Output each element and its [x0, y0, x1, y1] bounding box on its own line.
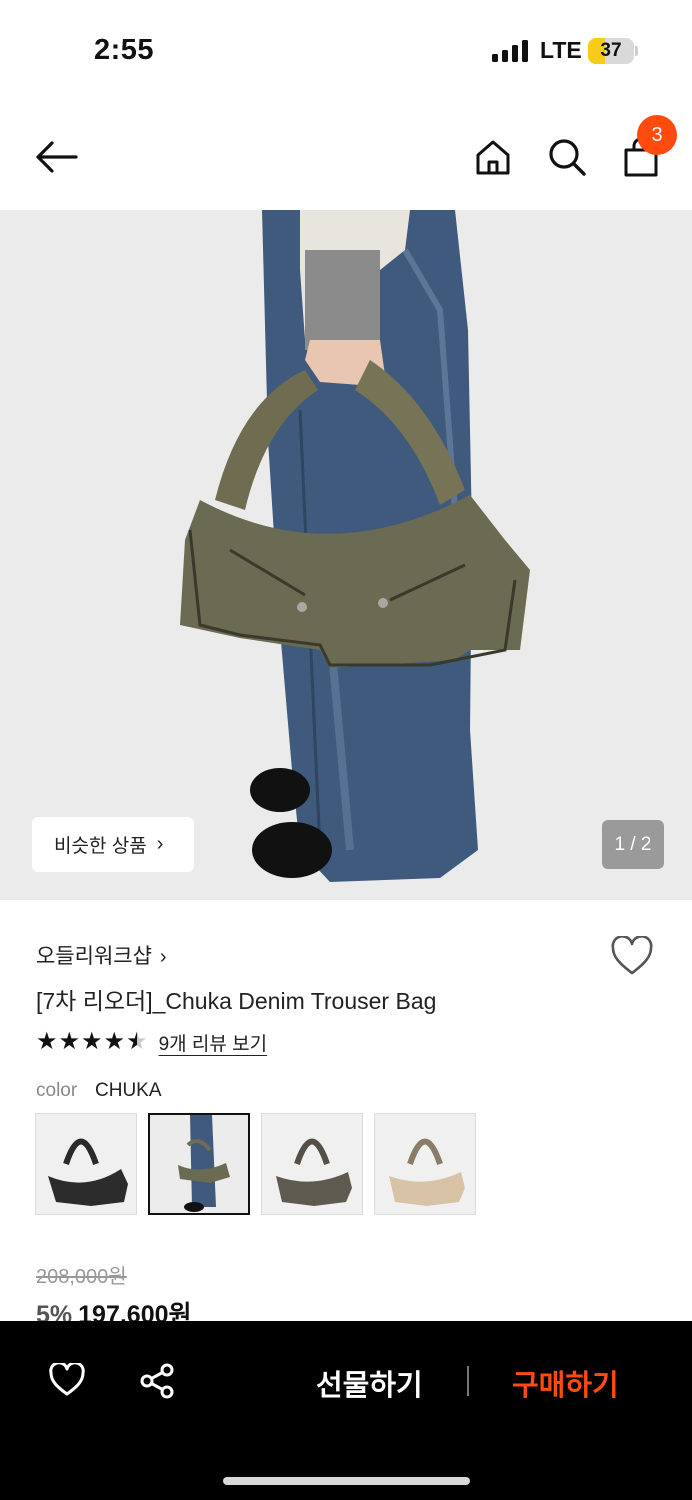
- status-time: 2:55: [94, 34, 155, 66]
- color-value: CHUKA: [95, 1080, 162, 1101]
- bottom-action-bar: [0, 1321, 692, 1500]
- star-icon: ★: [36, 1028, 58, 1055]
- reviews-link[interactable]: 9개 리뷰 보기: [159, 1029, 268, 1056]
- product-title: [7차 리오더]_Chuka Denim Trouser Bag: [36, 988, 437, 1014]
- brand-link[interactable]: 오들리워크샵 ›: [36, 940, 167, 970]
- star-icon: ★: [103, 1028, 126, 1055]
- similar-products-button[interactable]: 비슷한 상품 ›: [32, 817, 194, 872]
- brand-name: 오들리워크샵: [36, 945, 152, 968]
- similar-products-label: 비슷한 상품: [54, 836, 147, 857]
- home-indicator[interactable]: [223, 1477, 470, 1485]
- share-icon[interactable]: [138, 1362, 176, 1400]
- star-icon: ★: [81, 1028, 103, 1055]
- battery-icon: 37: [588, 38, 634, 64]
- rating-row: ★ ★ ★ ★ ★ 9개 리뷰 보기: [36, 1028, 267, 1056]
- star-icon: ★: [58, 1028, 81, 1055]
- color-swatch-charcoal[interactable]: [261, 1113, 363, 1215]
- battery-percent: 37: [600, 40, 622, 61]
- cart-count-badge: 3: [637, 115, 677, 155]
- chevron-right-icon: ›: [156, 833, 164, 855]
- product-image[interactable]: [0, 210, 692, 900]
- color-label: color: [36, 1080, 78, 1101]
- image-page-indicator: 1 / 2: [602, 820, 664, 869]
- home-icon[interactable]: [474, 138, 512, 176]
- button-divider: [467, 1366, 469, 1396]
- heart-icon[interactable]: [610, 936, 654, 976]
- top-nav: [0, 100, 692, 210]
- half-star-icon: ★: [126, 1028, 148, 1055]
- original-price: 208,000원: [36, 1266, 127, 1288]
- heart-icon[interactable]: [48, 1363, 86, 1397]
- signal-icon: [492, 40, 530, 62]
- battery-cap: [635, 46, 638, 56]
- buy-button[interactable]: 구매하기: [512, 1362, 619, 1404]
- chevron-right-icon: ›: [159, 946, 167, 968]
- color-swatch-chuka[interactable]: [148, 1113, 250, 1215]
- status-bar: 2:55 LTE 37: [0, 0, 692, 100]
- color-swatch-black[interactable]: [35, 1113, 137, 1215]
- arrow-left-icon[interactable]: [34, 140, 78, 174]
- color-swatch-beige[interactable]: [374, 1113, 476, 1215]
- network-label: LTE: [540, 37, 582, 63]
- search-icon[interactable]: [547, 137, 587, 177]
- product-photo: [180, 210, 530, 882]
- gift-button[interactable]: 선물하기: [316, 1362, 423, 1404]
